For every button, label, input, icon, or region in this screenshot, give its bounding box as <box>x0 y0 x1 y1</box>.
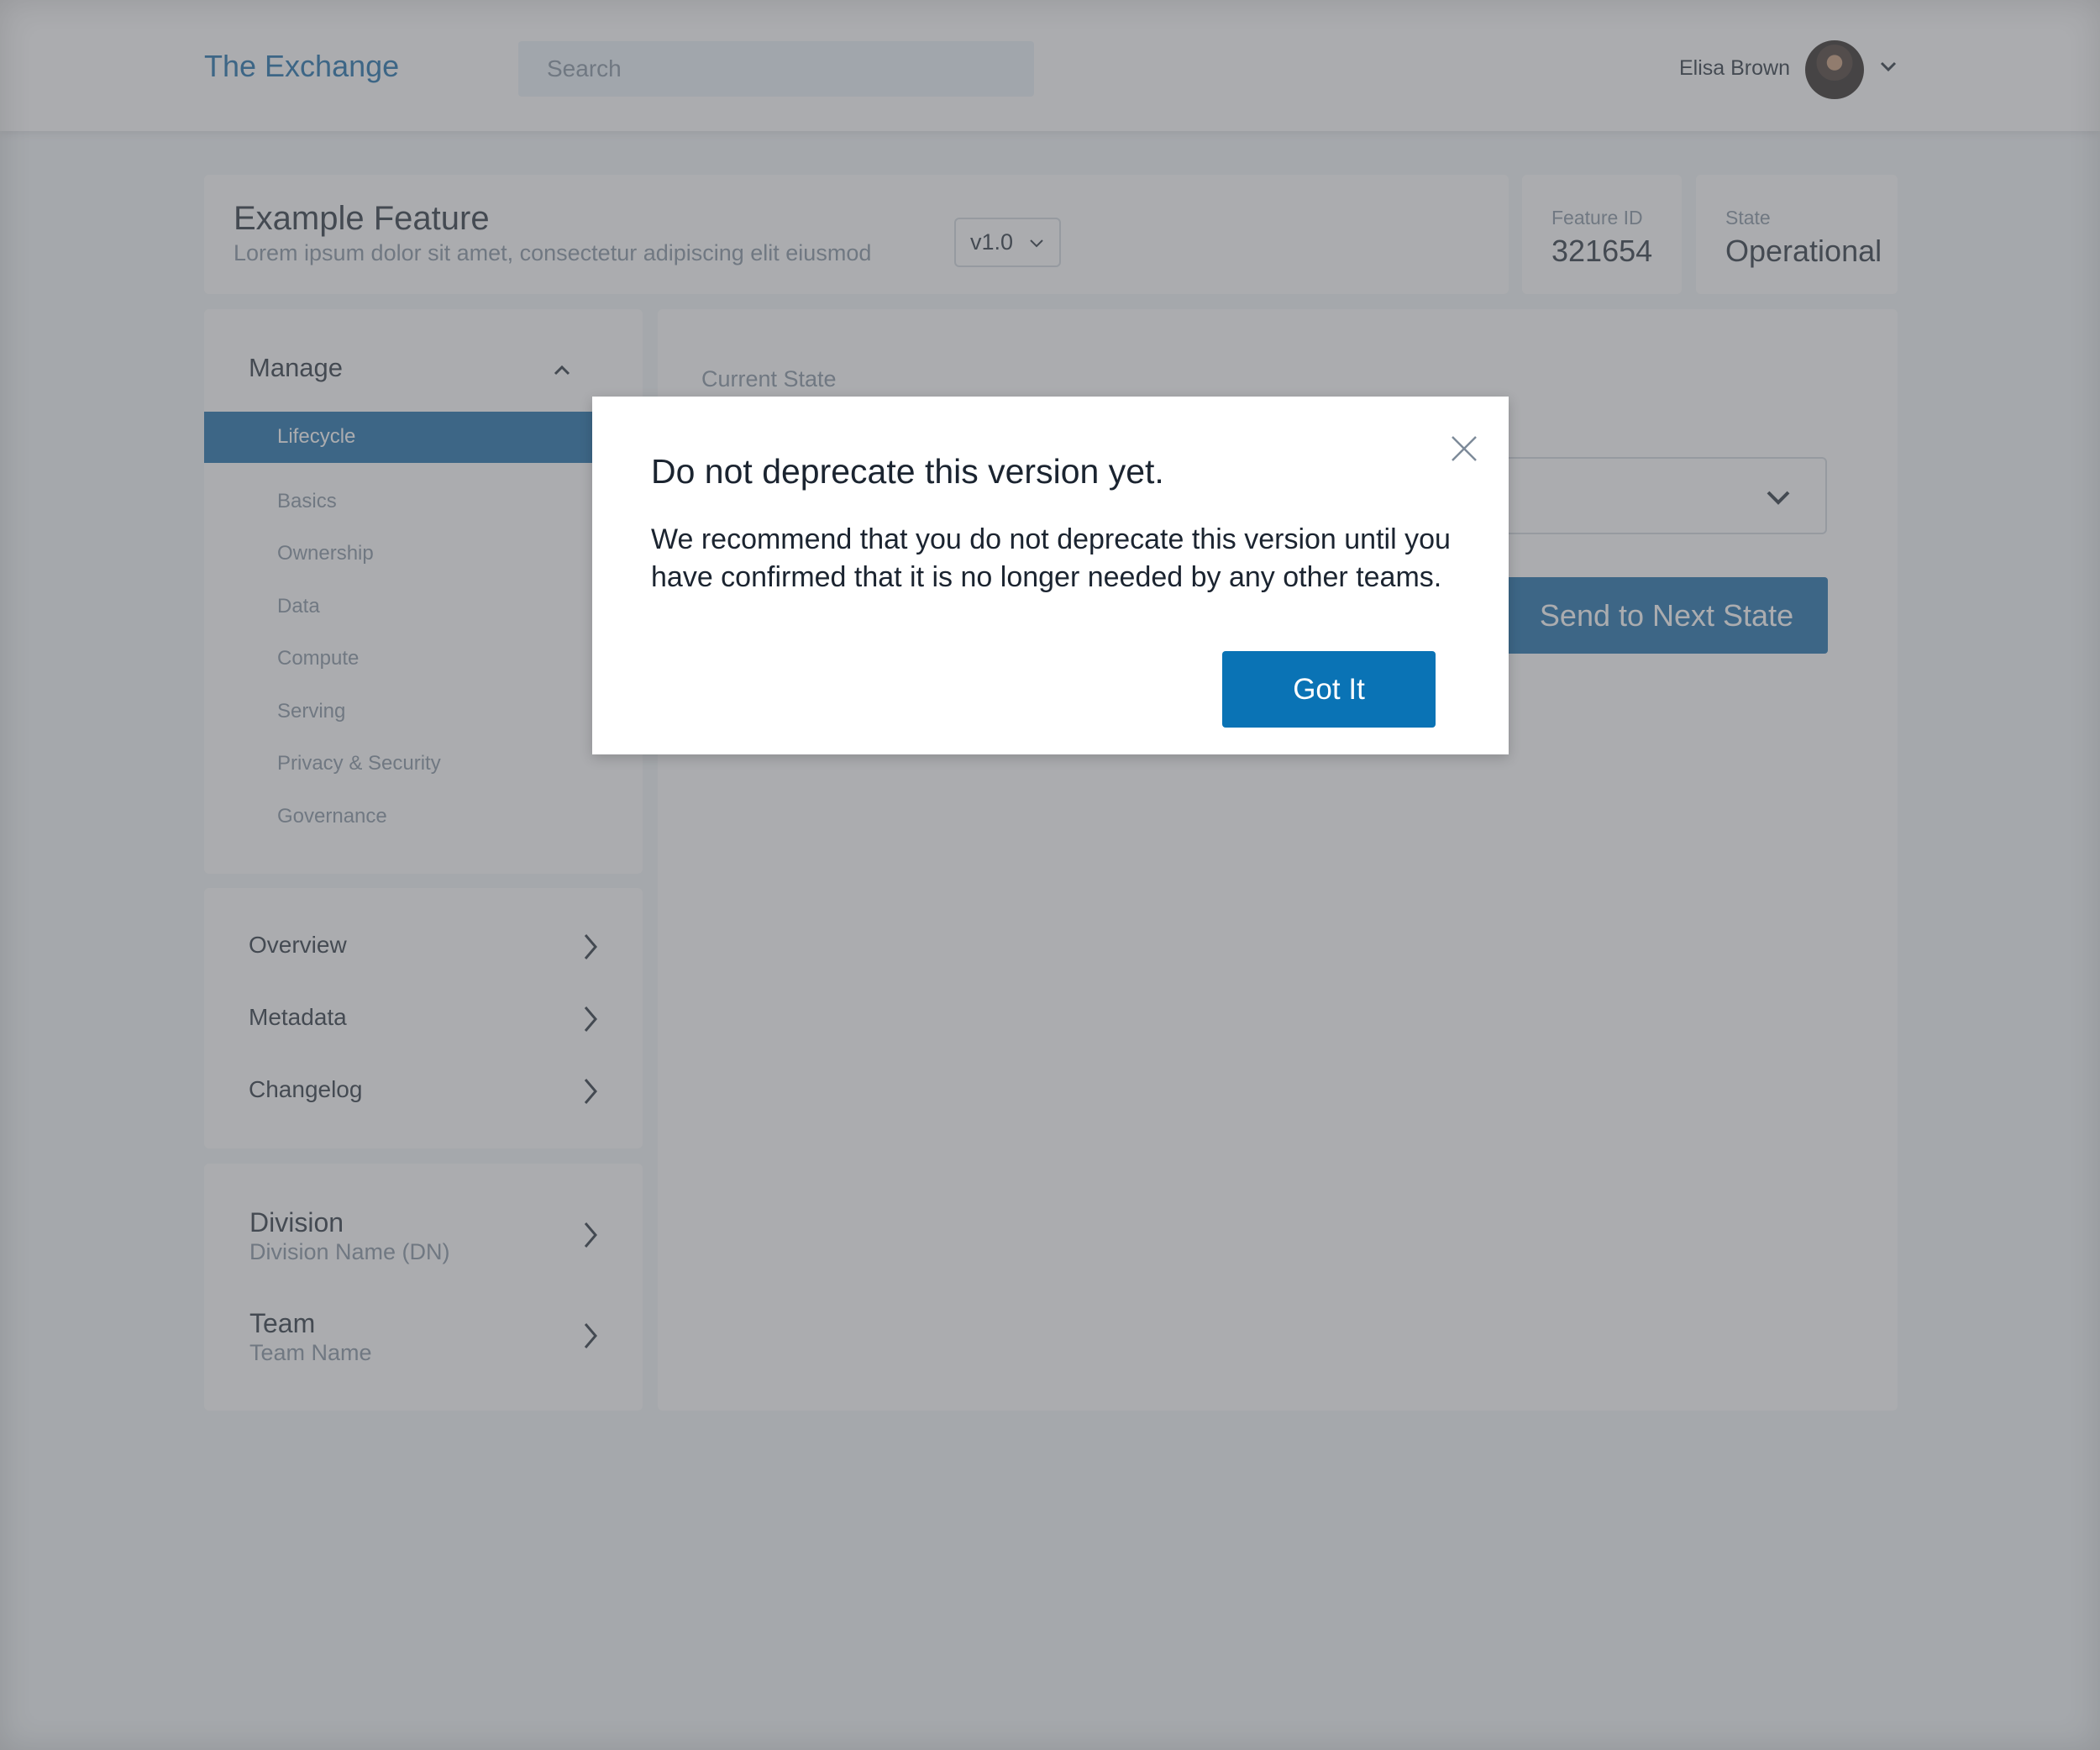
got-it-button[interactable]: Got It <box>1222 651 1436 728</box>
dialog-title: Do not deprecate this version yet. <box>651 452 1164 491</box>
close-icon[interactable] <box>1446 430 1483 467</box>
deprecation-warning-dialog: Do not deprecate this version yet. We re… <box>592 397 1509 754</box>
page: The Exchange Search Elisa Brown Example … <box>0 0 2100 1750</box>
modal-backdrop[interactable] <box>0 0 2100 1750</box>
dialog-body: We recommend that you do not deprecate t… <box>651 523 1451 593</box>
